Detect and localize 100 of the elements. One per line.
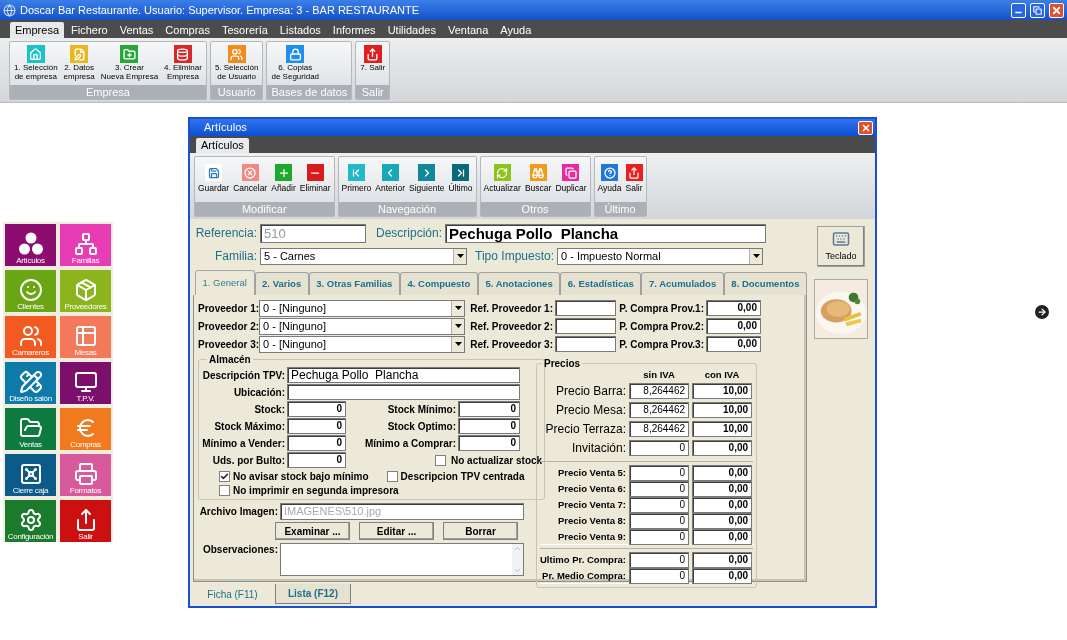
- input-field[interactable]: [555, 300, 616, 316]
- toolbar-button[interactable]: Último: [448, 160, 473, 202]
- ribbon-button[interactable]: 4. Eliminar Empresa: [163, 45, 203, 85]
- input-field[interactable]: 0: [287, 418, 346, 434]
- launcher-tile[interactable]: Diseño salón: [5, 362, 56, 404]
- input-field[interactable]: 0,00: [706, 336, 761, 352]
- input-field[interactable]: 0: [287, 401, 346, 417]
- input-field[interactable]: 0: [629, 464, 690, 481]
- checkbox[interactable]: [435, 454, 446, 466]
- menu-item[interactable]: Listados: [274, 22, 326, 38]
- image-button[interactable]: Borrar: [443, 522, 518, 540]
- text-area[interactable]: [280, 543, 524, 576]
- input-field[interactable]: 8,264462: [629, 402, 690, 419]
- tab[interactable]: 2. Varios: [254, 272, 309, 295]
- group-caption: Salir: [356, 85, 390, 99]
- toolbar-button[interactable]: Ayuda: [597, 160, 622, 202]
- menu-item[interactable]: Fichero: [66, 22, 113, 38]
- dropdown-field[interactable]: 0 - [Ninguno]: [259, 335, 465, 353]
- launcher-tile[interactable]: Configuración: [5, 500, 56, 542]
- menu-item[interactable]: Ventas: [114, 22, 159, 38]
- menu-item[interactable]: Empresa: [10, 22, 65, 38]
- input-field[interactable]: 0: [458, 435, 520, 451]
- tab[interactable]: 4. Compuesto: [399, 272, 478, 295]
- field-label: Precio Venta 5:: [557, 465, 627, 480]
- ribbon-button[interactable]: 6. Copias de Seguridad: [270, 45, 321, 85]
- launcher-tile[interactable]: Artículos: [5, 224, 56, 266]
- tab[interactable]: 7. Acumulados: [641, 272, 724, 295]
- tab[interactable]: 8. Documentos: [723, 272, 808, 295]
- close-button[interactable]: [858, 120, 873, 135]
- refresh-icon: [493, 164, 511, 181]
- menu-item[interactable]: Compras: [160, 22, 215, 38]
- checkbox[interactable]: [219, 471, 230, 482]
- ribbon-button[interactable]: 5. Selección de Usuario: [213, 45, 260, 85]
- ribbon-button[interactable]: 1. Selección de empresa: [13, 45, 59, 85]
- input-field[interactable]: 0: [287, 452, 346, 468]
- input-field[interactable]: 0: [629, 551, 690, 568]
- input-field[interactable]: Pechuga Pollo Plancha: [445, 223, 766, 243]
- input-field[interactable]: Pechuga Pollo Plancha: [287, 367, 520, 383]
- input-field[interactable]: [555, 336, 616, 352]
- restore-button[interactable]: [1030, 2, 1045, 18]
- menu-item[interactable]: Informes: [327, 22, 381, 38]
- launcher-tile[interactable]: Familias: [60, 224, 111, 266]
- tab[interactable]: 1. General: [195, 270, 255, 295]
- toolbar-button[interactable]: Actualizar: [483, 160, 521, 202]
- launcher-tile[interactable]: Ventas: [5, 408, 56, 450]
- launcher-tile[interactable]: Formatos: [60, 454, 111, 496]
- ribbon-button[interactable]: 3. Crear Nueva Empresa: [99, 45, 160, 85]
- checkbox[interactable]: [219, 485, 230, 496]
- menu-item[interactable]: Tesorería: [217, 22, 273, 38]
- launcher-tile[interactable]: Cierre caja: [5, 454, 56, 496]
- input-field[interactable]: 0,00: [706, 300, 761, 316]
- input-field[interactable]: 0,00: [692, 440, 753, 457]
- image-button[interactable]: Editar ...: [359, 522, 434, 540]
- input-field[interactable]: 10,00: [692, 383, 753, 400]
- toolbar-button[interactable]: Añadir: [271, 160, 296, 202]
- toolbar-button[interactable]: Duplicar: [555, 160, 587, 202]
- input-field[interactable]: [287, 384, 520, 400]
- input-field[interactable]: 0: [287, 435, 346, 451]
- input-field[interactable]: 8,264462: [629, 383, 690, 400]
- dropdown-field[interactable]: 0 - [Ninguno]: [259, 299, 465, 317]
- menu-item[interactable]: Ayuda: [495, 22, 537, 38]
- input-field[interactable]: 0,00: [692, 551, 753, 568]
- menu-item[interactable]: Utilidades: [382, 22, 441, 38]
- dropdown-field[interactable]: 5 - Carnes: [260, 247, 467, 265]
- tab[interactable]: Lista (F12): [275, 584, 351, 604]
- input-field[interactable]: 10,00: [692, 421, 753, 438]
- tab[interactable]: Artículos: [196, 138, 249, 153]
- input-field[interactable]: 0: [458, 418, 520, 434]
- launcher-tile[interactable]: T.P.V.: [60, 362, 111, 404]
- toolbar-button[interactable]: Buscar: [524, 160, 552, 202]
- toolbar-button[interactable]: Salir: [625, 160, 643, 202]
- input-field[interactable]: 0,00: [692, 464, 753, 481]
- toolbar-button[interactable]: Cancelar: [233, 160, 268, 202]
- toolbar-button[interactable]: Eliminar: [299, 160, 331, 202]
- image-button[interactable]: Examinar ...: [275, 522, 350, 540]
- input-field[interactable]: 8,264462: [629, 421, 690, 438]
- help-icon: [601, 164, 619, 181]
- minimize-button[interactable]: [1011, 2, 1026, 18]
- tab[interactable]: 6. Estadísticas: [560, 272, 642, 295]
- input-field[interactable]: 10,00: [692, 402, 753, 419]
- ribbon-button[interactable]: 2. Datos empresa: [62, 45, 96, 85]
- arrow-right-icon[interactable]: [1035, 305, 1049, 319]
- launcher-tile[interactable]: Salir: [60, 500, 111, 542]
- tab[interactable]: 3. Otras Familias: [308, 272, 400, 295]
- toolbar-button[interactable]: Anterior: [375, 160, 406, 202]
- keyboard-button[interactable]: Teclado: [817, 226, 865, 267]
- toolbar-button[interactable]: Siguiente: [409, 160, 445, 202]
- close-button[interactable]: [1049, 2, 1064, 18]
- input-field[interactable]: 0,00: [706, 318, 761, 334]
- toolbar-button[interactable]: Primero: [341, 160, 372, 202]
- input-field[interactable]: [555, 318, 616, 334]
- input-field[interactable]: 0: [458, 401, 520, 417]
- input-field[interactable]: 0: [629, 440, 690, 457]
- dropdown-field[interactable]: 0 - Impuesto Normal: [557, 247, 763, 265]
- ribbon-button[interactable]: 7. Salir: [359, 45, 387, 85]
- checkbox[interactable]: [386, 471, 398, 482]
- menu-item[interactable]: Ventana: [442, 22, 494, 38]
- tab[interactable]: 5. Anotaciones: [477, 272, 561, 295]
- dropdown-field[interactable]: 0 - [Ninguno]: [259, 317, 465, 335]
- toolbar-button[interactable]: Guardar: [198, 160, 230, 202]
